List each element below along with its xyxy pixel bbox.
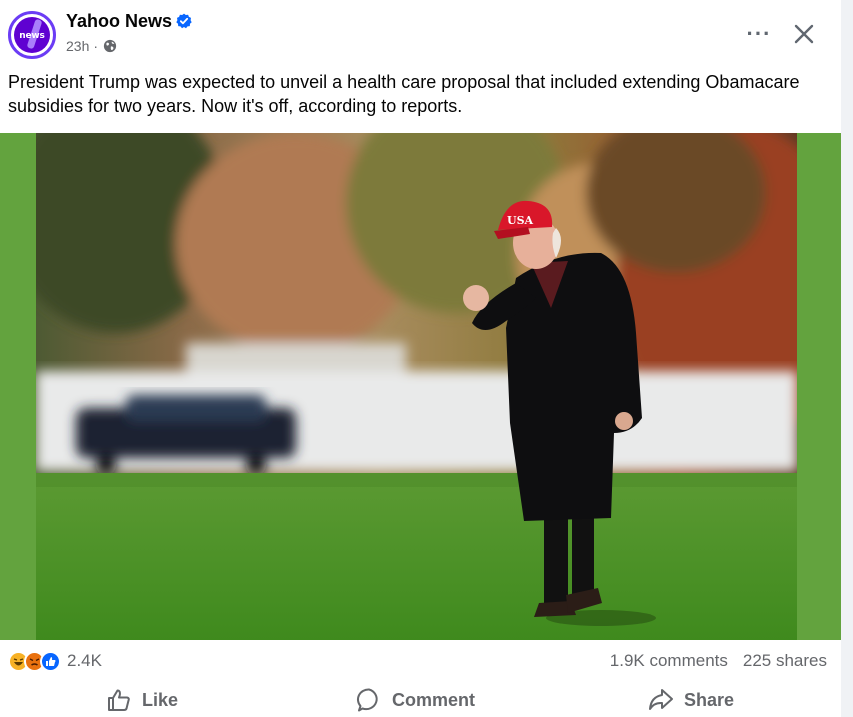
avatar-logo: news	[14, 17, 50, 53]
comment-button[interactable]: Comment	[356, 686, 475, 714]
comment-label: Comment	[392, 689, 476, 710]
post-meta: 23h ·	[66, 38, 117, 54]
globe-icon	[103, 39, 117, 53]
close-button[interactable]	[786, 16, 822, 52]
feed-background-edge	[841, 0, 853, 717]
page-name-link[interactable]: Yahoo News	[66, 11, 172, 32]
post-actions-bar: Like Comment Share	[0, 680, 841, 717]
comments-count-link[interactable]: 1.9K comments	[610, 651, 728, 671]
meta-separator: ·	[93, 38, 99, 54]
post-timestamp[interactable]: 23h	[66, 38, 89, 54]
page-avatar[interactable]: news	[8, 11, 56, 59]
reaction-count: 2.4K	[67, 651, 102, 670]
post-photo[interactable]: USA	[36, 133, 797, 640]
like-reaction-icon	[40, 650, 61, 672]
avatar-logo-text: news	[19, 31, 45, 41]
photo-illustration: USA	[36, 133, 797, 640]
close-icon	[794, 24, 814, 44]
thumbs-up-icon	[108, 689, 130, 711]
reaction-summary[interactable]: 2.4K	[8, 650, 102, 672]
post-header: news Yahoo News 23h · ···	[0, 0, 841, 66]
cap-text: USA	[507, 214, 534, 227]
share-button[interactable]: Share	[648, 686, 734, 714]
feed-post: news Yahoo News 23h · ··· President Trum…	[0, 0, 853, 717]
post-stats: 1.9K comments 225 shares	[610, 651, 827, 671]
verified-badge-icon	[176, 13, 192, 29]
post-caption: President Trump was expected to unveil a…	[8, 72, 800, 116]
share-arrow-icon	[649, 689, 673, 710]
more-options-icon: ···	[746, 21, 772, 46]
share-label: Share	[684, 689, 735, 710]
like-button[interactable]: Like	[106, 686, 178, 714]
more-options-button[interactable]: ···	[741, 16, 777, 52]
shares-count-link[interactable]: 225 shares	[743, 651, 827, 671]
comment-bubble-icon	[356, 688, 378, 712]
like-label: Like	[142, 689, 179, 710]
